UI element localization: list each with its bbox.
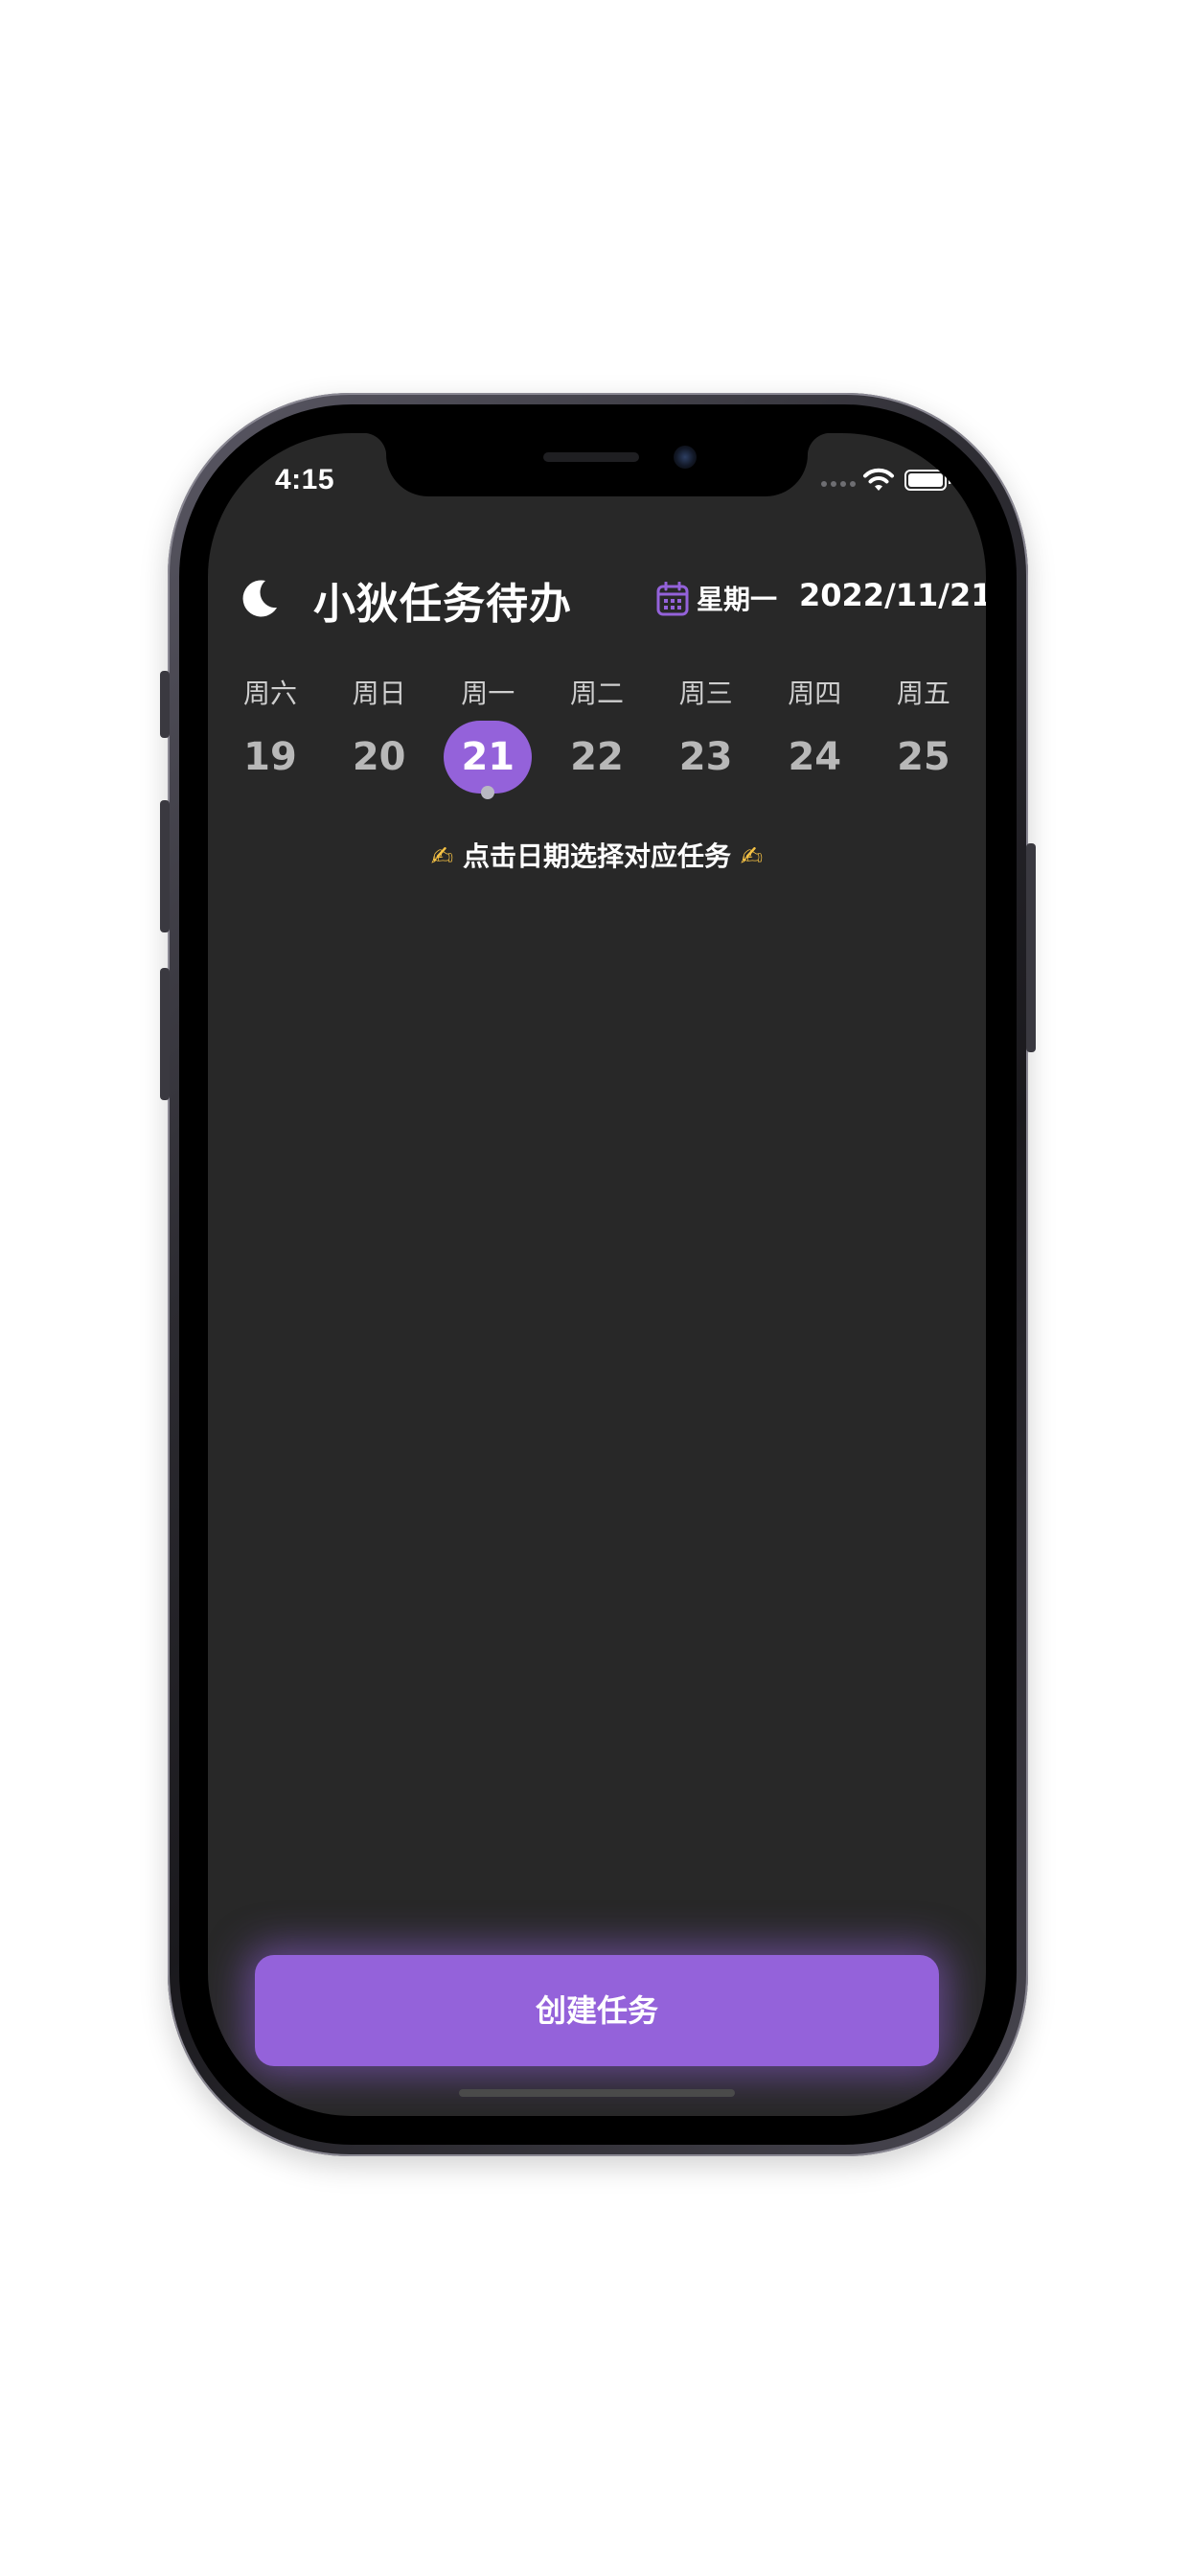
silent-switch [160,671,170,738]
day-name: 周四 [788,678,842,709]
day-item-4[interactable]: 周三 23 [653,673,759,816]
status-time: 4:15 [275,464,335,495]
writing-hand-icon: ✍ [430,840,454,872]
volume-up-button [160,800,170,932]
day-number: 20 [352,735,406,779]
current-weekday: 星期一 [697,584,778,615]
moon-icon[interactable] [239,577,281,619]
week-strip: 周六 19 周日 20 周一 21 周二 22 周三 23 周四 24 周五 2… [217,673,976,816]
create-task-button[interactable]: 创建任务 [255,1955,939,2066]
day-item-6[interactable]: 周五 25 [871,673,976,816]
front-camera-icon [674,446,697,469]
day-item-1[interactable]: 周日 20 [327,673,432,816]
hint-text: 点击日期选择对应任务 [462,840,731,872]
day-name: 周三 [678,678,733,709]
day-name: 周六 [242,678,297,709]
day-name: 周一 [461,678,515,709]
day-item-3[interactable]: 周二 22 [544,673,650,816]
wifi-icon [863,468,894,491]
hint-message: ✍ 点击日期选择对应任务 ✍ [208,836,986,874]
speaker-grille [543,452,639,462]
day-number: 19 [243,735,297,779]
day-number: 21 [444,721,533,794]
day-item-5[interactable]: 周四 24 [762,673,867,816]
day-number: 24 [788,735,842,779]
power-button [1026,843,1036,1052]
battery-cap [949,476,951,484]
app-title: 小狄任务待办 [313,580,572,629]
day-item-2-selected[interactable]: 周一 21 [435,673,540,816]
day-number: 25 [897,735,950,779]
cellular-signal-icon [821,481,856,487]
day-item-0[interactable]: 周六 19 [217,673,323,816]
battery-icon [904,470,947,491]
task-indicator-dot [481,786,495,799]
day-name: 周五 [896,678,950,709]
home-indicator[interactable] [459,2089,735,2097]
day-number: 23 [678,735,733,779]
volume-down-button [160,968,170,1100]
current-date: 2022/11/21 [799,577,986,613]
calendar-icon [656,582,689,616]
day-number: 22 [570,735,624,779]
day-name: 周二 [569,678,624,709]
notch [363,433,831,496]
day-name: 周日 [352,678,406,709]
app-screen: 4:15 小狄任务待办 星期一 2022/11/21 周六 19 周日 20 周… [208,433,986,2116]
writing-hand-icon: ✍ [740,840,764,872]
